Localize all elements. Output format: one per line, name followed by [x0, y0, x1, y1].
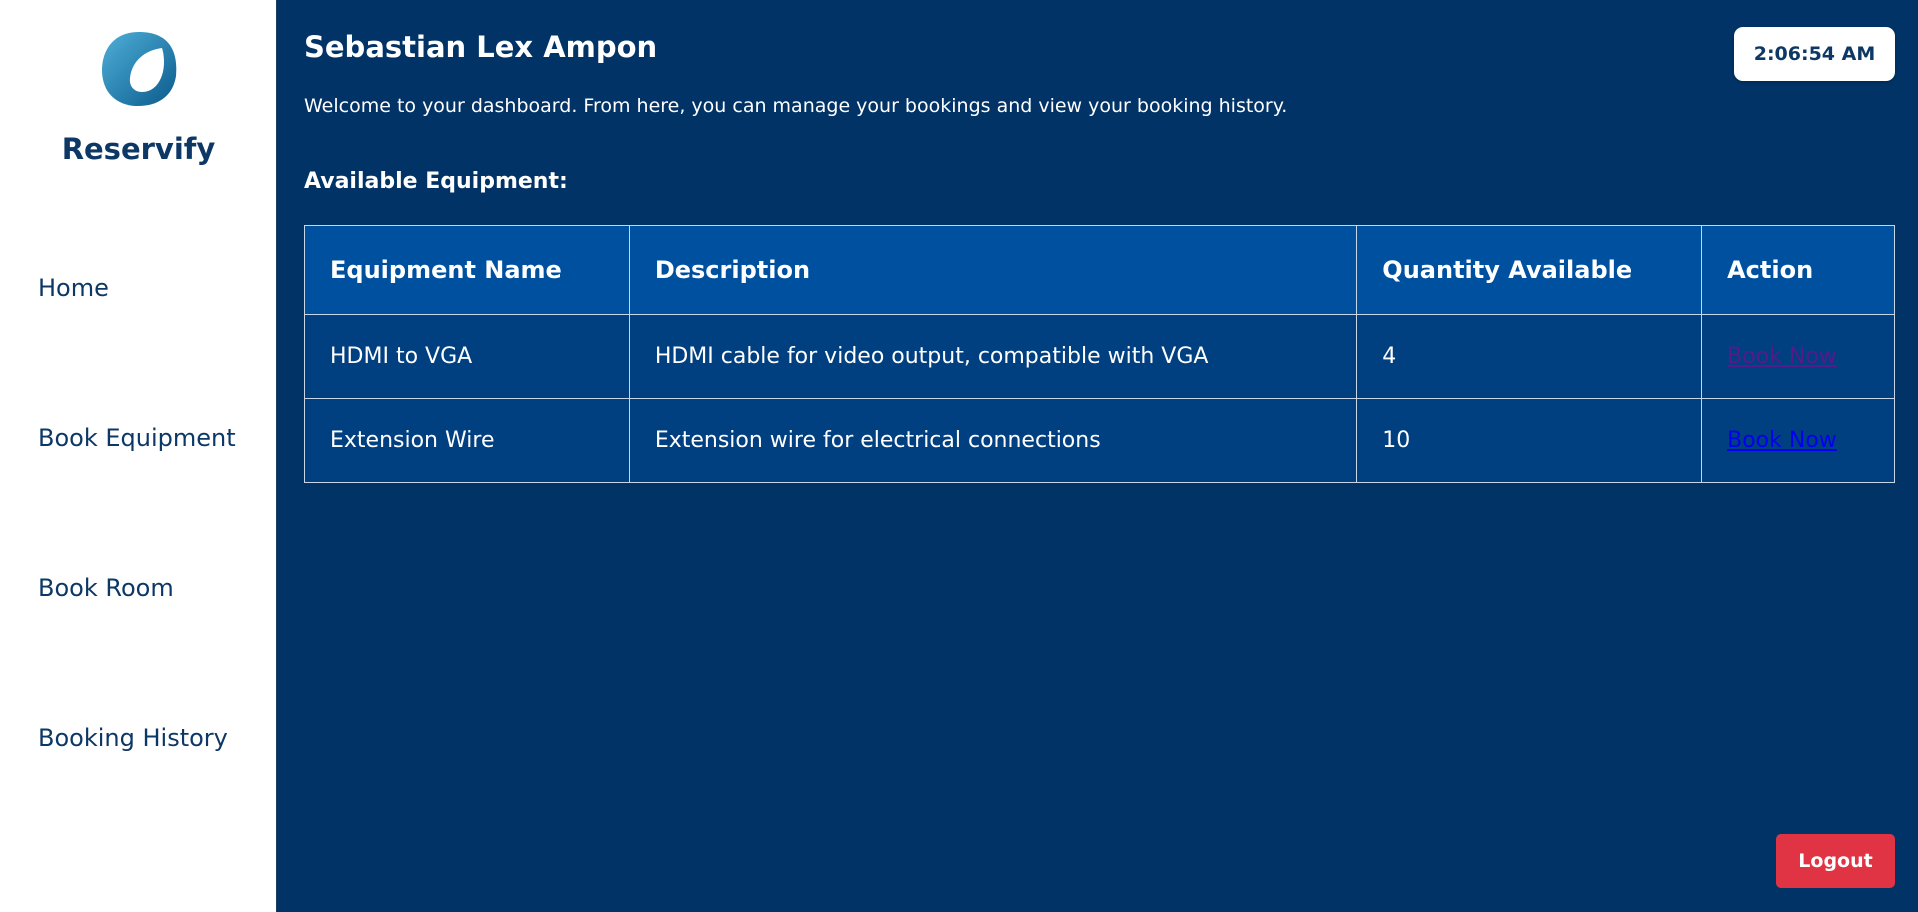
quantity-cell: 4 — [1356, 314, 1703, 399]
app-root: Reservify Home Book Equipment Book Room … — [0, 0, 1918, 912]
column-header-description: Description — [628, 225, 1358, 315]
column-header-equipment-name: Equipment Name — [304, 225, 630, 315]
equipment-name-cell: Extension Wire — [304, 398, 630, 483]
brand-name: Reservify — [61, 132, 216, 166]
book-now-link[interactable]: Book Now — [1727, 428, 1837, 453]
table-row: Extension Wire Extension wire for electr… — [304, 398, 1895, 483]
book-now-link[interactable]: Book Now — [1727, 344, 1837, 369]
page-title: Sebastian Lex Ampon — [304, 30, 658, 64]
sidebar-item-home[interactable]: Home — [38, 274, 109, 302]
sidebar-item-book-room[interactable]: Book Room — [38, 574, 174, 602]
main-content: Sebastian Lex Ampon Welcome to your dash… — [277, 0, 1918, 912]
sidebar: Reservify Home Book Equipment Book Room … — [0, 0, 277, 912]
equipment-name-cell: HDMI to VGA — [304, 314, 630, 399]
table-header-row: Equipment Name Description Quantity Avai… — [304, 225, 1895, 315]
welcome-message: Welcome to your dashboard. From here, yo… — [304, 95, 1288, 117]
sidebar-item-book-equipment[interactable]: Book Equipment — [38, 424, 236, 452]
clock-display: 2:06:54 AM — [1734, 27, 1895, 81]
column-header-action: Action — [1701, 225, 1895, 315]
leaf-swoosh-icon — [102, 32, 177, 106]
quantity-cell: 10 — [1356, 398, 1703, 483]
equipment-table: Equipment Name Description Quantity Avai… — [304, 225, 1895, 483]
column-header-quantity: Quantity Available — [1356, 225, 1703, 315]
description-cell: HDMI cable for video output, compatible … — [628, 314, 1358, 399]
sidebar-item-booking-history[interactable]: Booking History — [38, 724, 228, 752]
description-cell: Extension wire for electrical connection… — [628, 398, 1358, 483]
action-cell: Book Now — [1701, 398, 1895, 483]
logout-button[interactable]: Logout — [1776, 834, 1895, 888]
section-title: Available Equipment: — [304, 169, 568, 194]
table-row: HDMI to VGA HDMI cable for video output,… — [304, 314, 1895, 399]
action-cell: Book Now — [1701, 314, 1895, 399]
